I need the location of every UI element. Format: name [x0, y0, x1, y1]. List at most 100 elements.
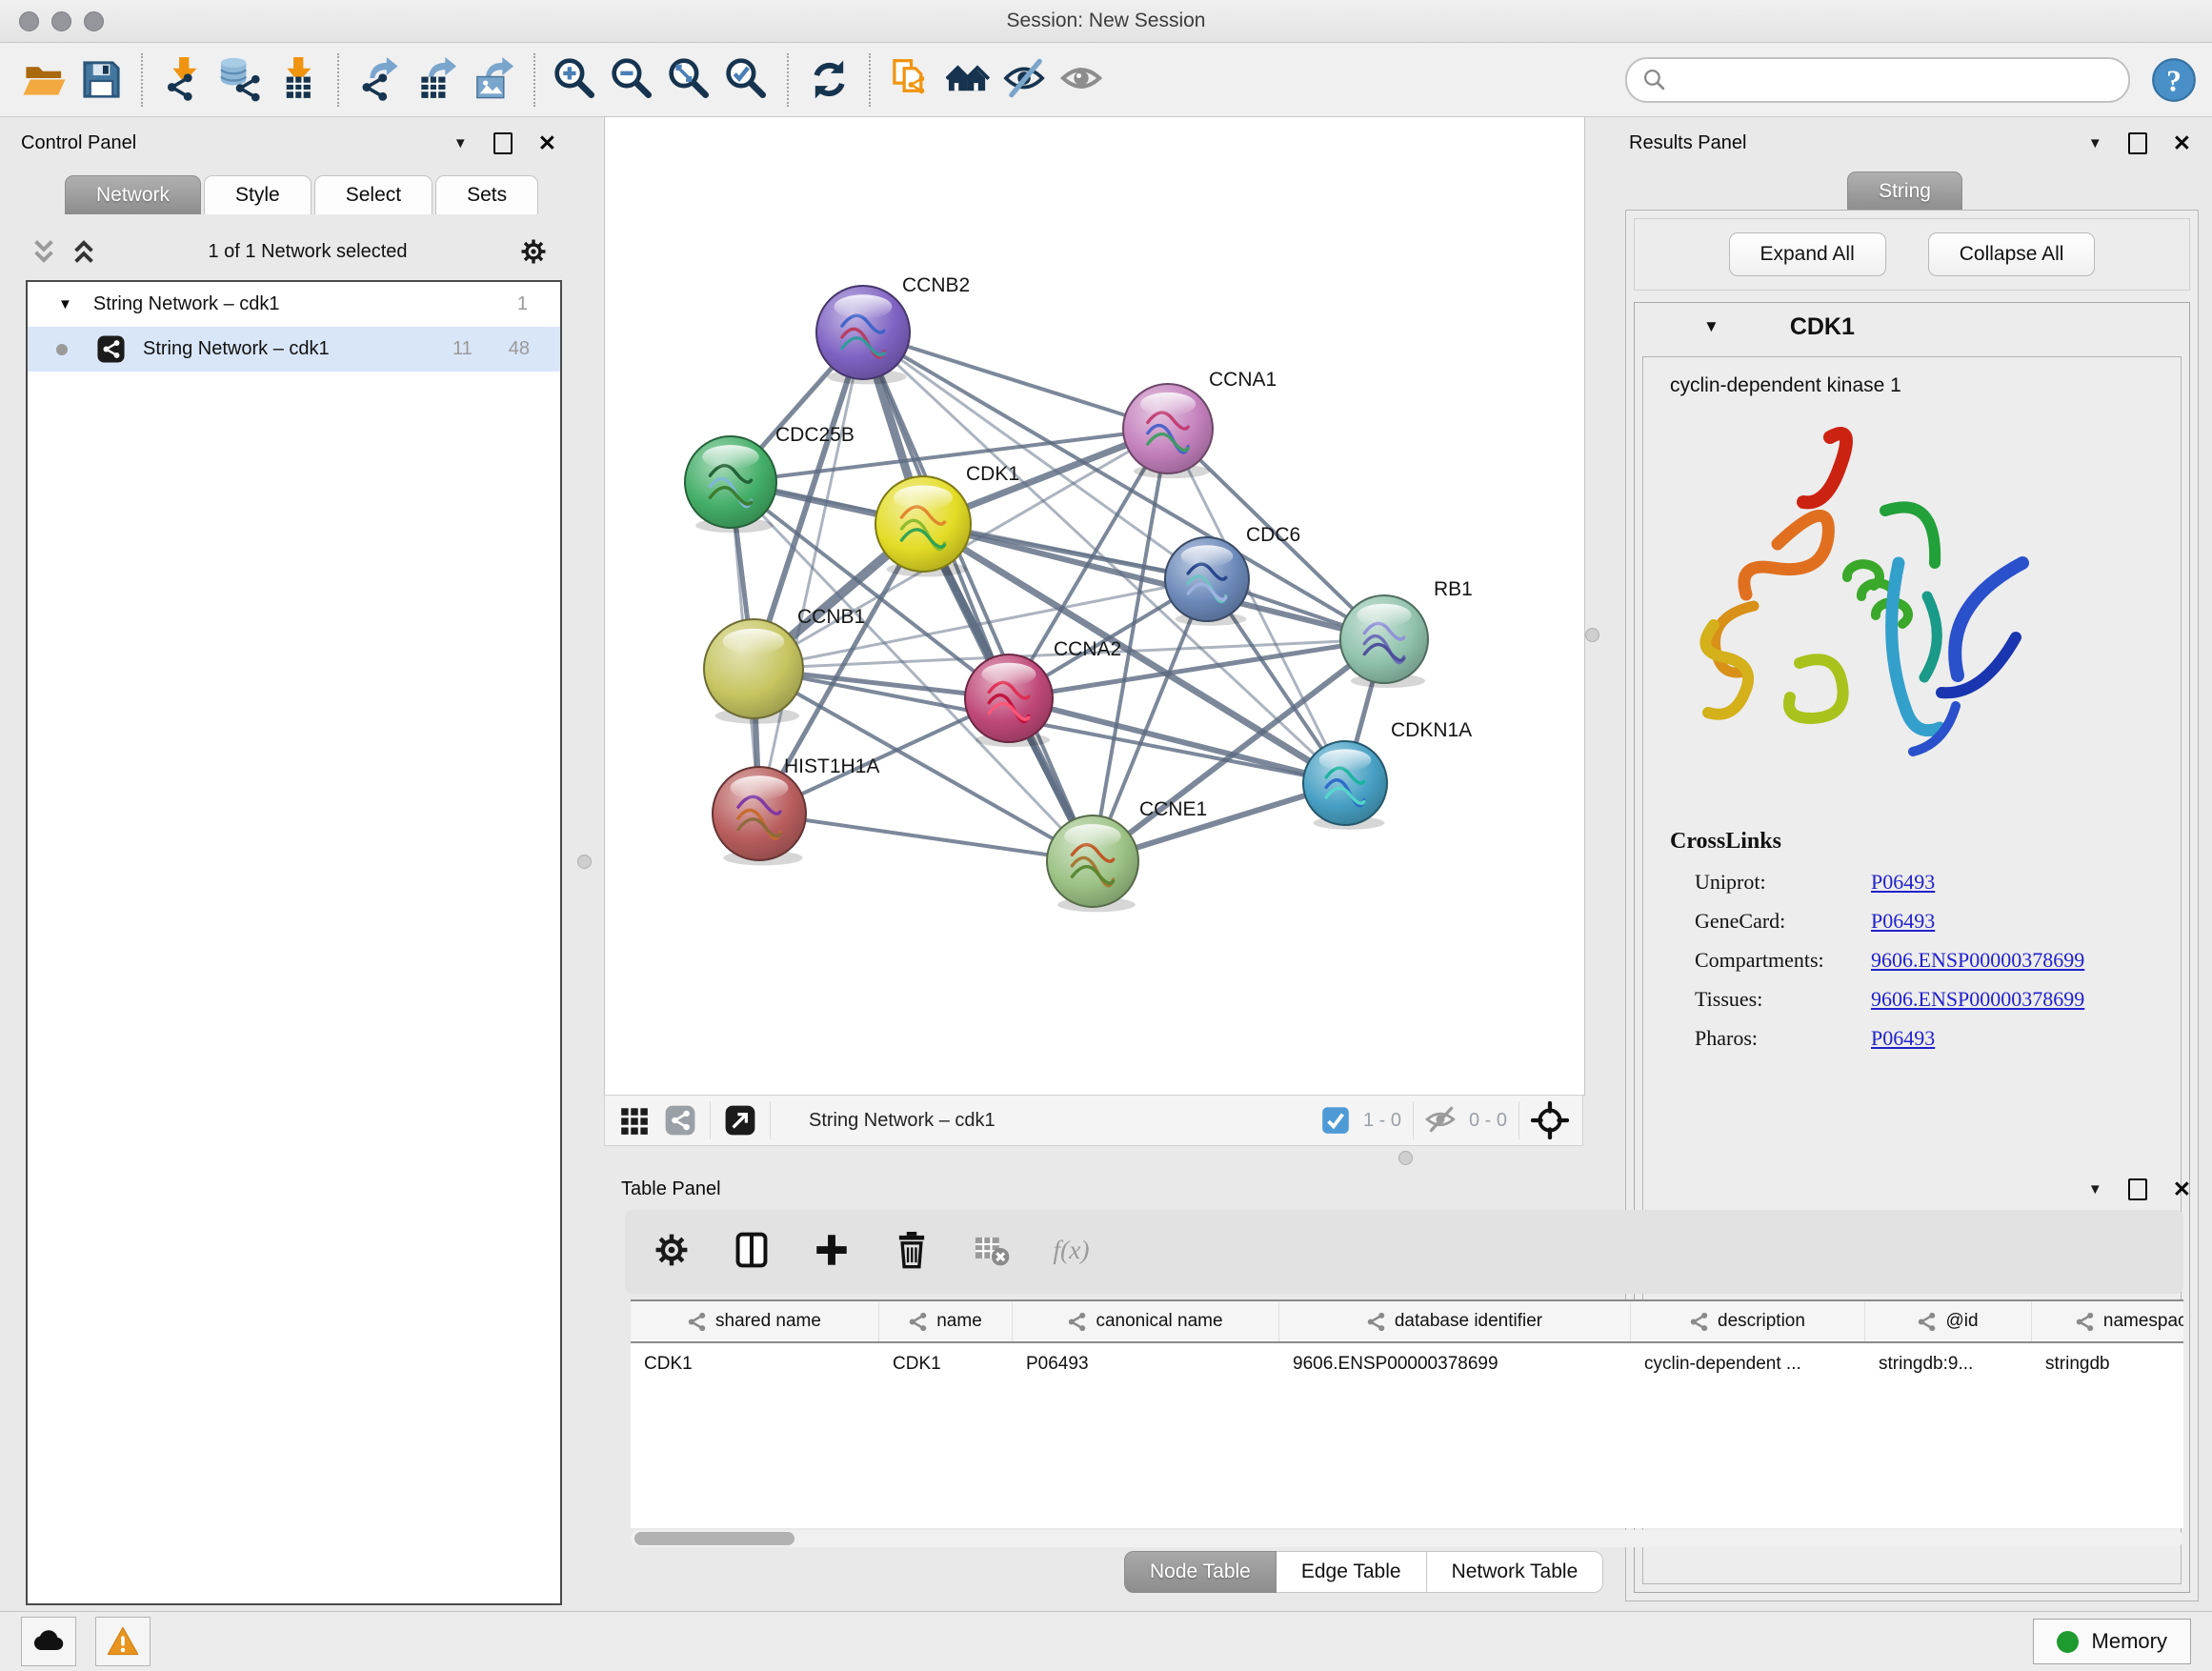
tab-string[interactable]: String	[1847, 171, 1962, 211]
table-panel-collapse-icon[interactable]: ▼	[2088, 1181, 2102, 1198]
column-header-name[interactable]: name	[879, 1301, 1013, 1341]
table-horizontal-scrollbar[interactable]	[631, 1530, 2183, 1547]
network-edge-CCNB2-CCNE1[interactable]	[863, 332, 1093, 861]
column-header-id[interactable]: @id	[1865, 1301, 2032, 1341]
cell-namespace[interactable]: stringdb	[2032, 1343, 2183, 1385]
crosslink-value-compartments[interactable]: 9606.ENSP00000378699	[1871, 948, 2171, 973]
cloud-status-button[interactable]	[21, 1617, 76, 1666]
tab-network-table[interactable]: Network Table	[1427, 1551, 1604, 1593]
column-header-database-identifier[interactable]: database identifier	[1279, 1301, 1631, 1341]
network-node-HIST1H1A[interactable]: HIST1H1A	[713, 755, 879, 865]
window-close-button[interactable]	[19, 11, 39, 31]
tab-network[interactable]: Network	[65, 175, 201, 214]
export-network-button[interactable]	[351, 51, 408, 109]
crosslink-value-tissues[interactable]: 9606.ENSP00000378699	[1871, 987, 2171, 1012]
network-node-CDKN1A[interactable]: CDKN1A	[1303, 719, 1472, 830]
zoom-in-button[interactable]	[547, 51, 604, 109]
cell-canonical-name[interactable]: P06493	[1013, 1343, 1279, 1385]
export-image-button[interactable]	[465, 51, 522, 109]
collection-expander-icon[interactable]: ▼	[58, 296, 72, 312]
export-table-button[interactable]	[408, 51, 465, 109]
network-options-gear-icon[interactable]	[518, 236, 549, 267]
zoom-out-button[interactable]	[604, 51, 661, 109]
search-box[interactable]	[1625, 57, 2130, 103]
birds-eye-view-icon[interactable]	[1531, 1101, 1569, 1139]
cell-shared-name[interactable]: CDK1	[631, 1343, 879, 1385]
network-row[interactable]: String Network – cdk1 11 48	[28, 327, 560, 372]
search-input[interactable]	[1676, 68, 2113, 91]
collection-count: 1	[517, 293, 543, 315]
column-header-canonical-name[interactable]: canonical name	[1013, 1301, 1279, 1341]
tab-style[interactable]: Style	[204, 175, 312, 214]
memory-label: Memory	[2092, 1629, 2167, 1654]
right-splitter-handle[interactable]	[1585, 628, 1599, 642]
import-network-database-button[interactable]	[211, 51, 269, 109]
network-view-canvas[interactable]: CCNB2CCNA1CDC25BCDK1CDC6RB1CCNB1CCNA2CDK…	[604, 116, 1585, 1096]
import-table-button[interactable]	[269, 51, 326, 109]
hide-selected-button[interactable]	[996, 51, 1054, 109]
function-builder-button[interactable]	[1052, 1230, 1092, 1275]
tab-edge-table[interactable]: Edge Table	[1277, 1551, 1427, 1593]
first-neighbors-button[interactable]	[939, 51, 996, 109]
cell-database-identifier[interactable]: 9606.ENSP00000378699	[1279, 1343, 1631, 1385]
network-node-CDK1[interactable]: CDK1	[875, 463, 1019, 577]
tab-sets[interactable]: Sets	[435, 175, 538, 214]
results-panel-collapse-icon[interactable]: ▼	[2088, 135, 2102, 151]
control-panel-float-icon[interactable]	[493, 132, 513, 154]
window-minimize-button[interactable]	[51, 11, 71, 31]
left-splitter-handle[interactable]	[577, 855, 592, 869]
delete-columns-button[interactable]	[892, 1230, 932, 1275]
collapse-all-networks-icon[interactable]	[30, 238, 57, 265]
tab-select[interactable]: Select	[314, 175, 432, 214]
expand-all-button[interactable]: Expand All	[1729, 232, 1886, 276]
grid-view-icon[interactable]	[618, 1104, 651, 1137]
tab-node-table[interactable]: Node Table	[1124, 1551, 1277, 1593]
save-session-button[interactable]	[72, 51, 130, 109]
crosslink-value-genecard[interactable]: P06493	[1871, 909, 2171, 934]
zoom-selected-button[interactable]	[718, 51, 775, 109]
duplicate-network-button[interactable]	[882, 51, 939, 109]
show-columns-button[interactable]	[732, 1230, 772, 1275]
column-header-shared-name[interactable]: shared name	[631, 1301, 879, 1341]
network-edges	[731, 332, 1384, 861]
table-settings-button[interactable]	[652, 1230, 692, 1275]
warnings-button[interactable]	[95, 1617, 151, 1666]
delete-table-button[interactable]	[972, 1230, 1012, 1275]
crosslink-value-pharos[interactable]: P06493	[1871, 1026, 2171, 1051]
apply-layout-button[interactable]	[800, 51, 857, 109]
collapse-all-button[interactable]: Collapse All	[1928, 232, 2096, 276]
crosslink-value-uniprot[interactable]: P06493	[1871, 870, 2171, 895]
network-collection-row[interactable]: ▼ String Network – cdk1 1	[28, 282, 560, 327]
window-zoom-button[interactable]	[84, 11, 104, 31]
gene-section-expander-icon[interactable]: ▼	[1703, 317, 1719, 336]
cell-id[interactable]: stringdb:9...	[1865, 1343, 2032, 1385]
scrollbar-thumb[interactable]	[634, 1532, 794, 1545]
network-edge-HIST1H1A-CCNE1[interactable]	[759, 814, 1093, 861]
memory-button[interactable]: Memory	[2033, 1619, 2191, 1664]
cell-description[interactable]: cyclin-dependent ...	[1631, 1343, 1865, 1385]
table-panel-float-icon[interactable]	[2128, 1178, 2147, 1200]
open-session-button[interactable]	[15, 51, 72, 109]
results-panel-close-icon[interactable]: ✕	[2173, 132, 2191, 154]
import-network-file-button[interactable]	[154, 51, 211, 109]
help-button[interactable]	[2151, 57, 2197, 103]
control-panel-collapse-icon[interactable]: ▼	[453, 135, 468, 151]
column-header-description[interactable]: description	[1631, 1301, 1865, 1341]
network-node-RB1[interactable]: RB1	[1340, 578, 1473, 688]
bottom-splitter-handle[interactable]	[1398, 1151, 1413, 1165]
network-overview-icon[interactable]	[664, 1104, 696, 1137]
control-panel-close-icon[interactable]: ✕	[538, 132, 556, 154]
create-column-button[interactable]	[812, 1230, 852, 1275]
cell-name[interactable]: CDK1	[879, 1343, 1013, 1385]
network-edge-CCNB2-CCNA1[interactable]	[863, 332, 1168, 429]
selected-items-checkbox-icon[interactable]	[1319, 1104, 1352, 1137]
network-node-CCNB2[interactable]: CCNB2	[816, 274, 970, 384]
zoom-fit-button[interactable]	[661, 51, 718, 109]
expand-all-networks-icon[interactable]	[70, 238, 97, 265]
detach-view-icon[interactable]	[724, 1104, 756, 1137]
toolbar-separator	[337, 53, 339, 107]
table-panel-close-icon[interactable]: ✕	[2173, 1178, 2191, 1200]
column-header-namespace[interactable]: namespace	[2032, 1301, 2183, 1341]
show-all-button[interactable]	[1054, 51, 1111, 109]
results-panel-float-icon[interactable]	[2128, 132, 2147, 154]
